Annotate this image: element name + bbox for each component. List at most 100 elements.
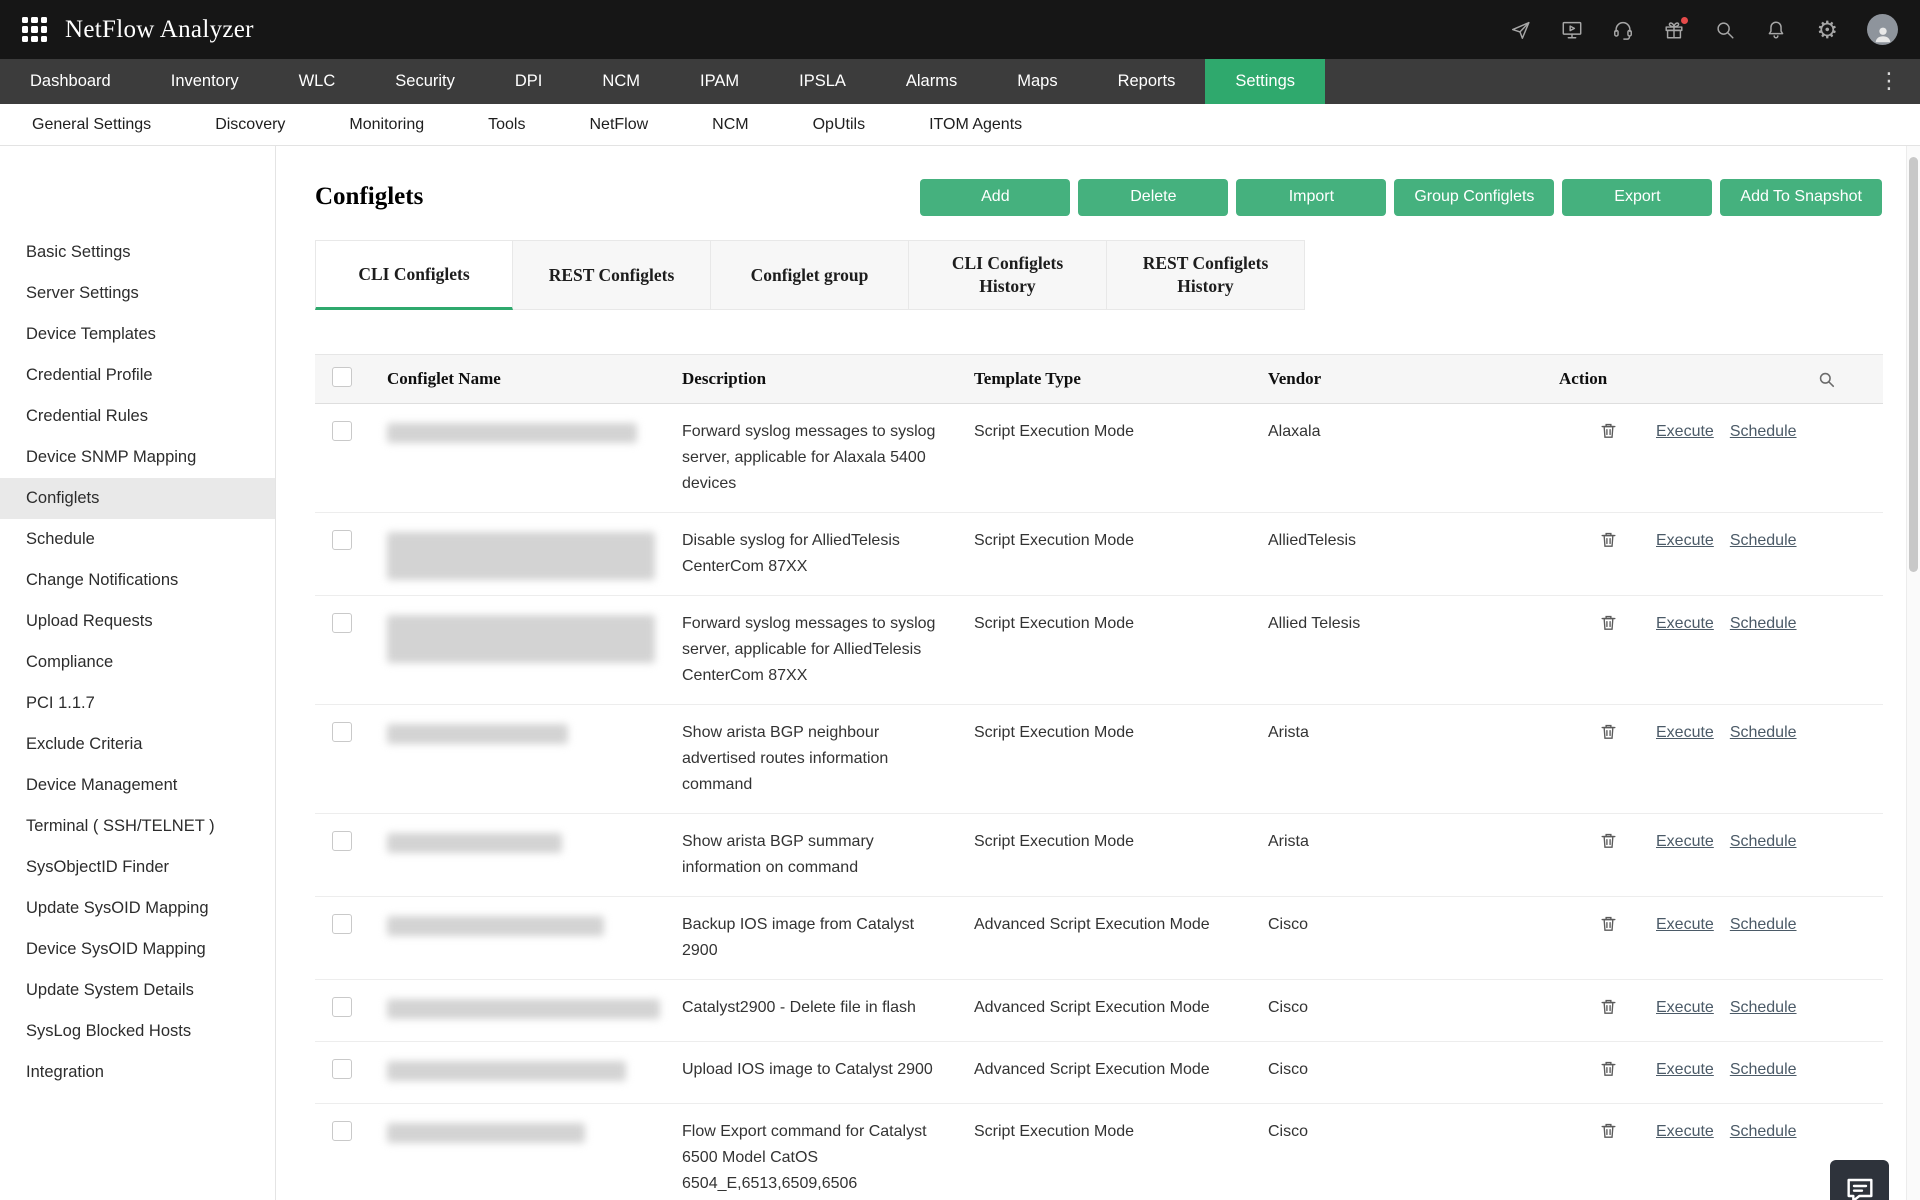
execute-link[interactable]: Execute: [1656, 1119, 1714, 1145]
schedule-link[interactable]: Schedule: [1730, 611, 1797, 637]
delete-trash-icon[interactable]: [1599, 421, 1618, 440]
sidebar-item-schedule[interactable]: Schedule: [0, 519, 275, 560]
add-to-snapshot-button[interactable]: Add To Snapshot: [1720, 179, 1882, 216]
delete-trash-icon[interactable]: [1599, 1059, 1618, 1078]
schedule-link[interactable]: Schedule: [1730, 1057, 1797, 1083]
delete-trash-icon[interactable]: [1599, 722, 1618, 741]
schedule-link[interactable]: Schedule: [1730, 419, 1797, 445]
select-all-checkbox[interactable]: [332, 367, 352, 387]
tab-cli-configlets[interactable]: CLI Configlets: [315, 240, 513, 310]
nav-item-wlc[interactable]: WLC: [269, 59, 366, 104]
search-icon[interactable]: [1714, 19, 1736, 41]
subnav-item-general-settings[interactable]: General Settings: [0, 116, 183, 134]
subnav-item-netflow[interactable]: NetFlow: [557, 116, 680, 134]
row-checkbox[interactable]: [332, 1121, 352, 1141]
sidebar-item-credential-rules[interactable]: Credential Rules: [0, 396, 275, 437]
demo-screen-icon[interactable]: [1561, 19, 1583, 41]
add-button[interactable]: Add: [920, 179, 1070, 216]
delete-trash-icon[interactable]: [1599, 530, 1618, 549]
schedule-link[interactable]: Schedule: [1730, 912, 1797, 938]
sidebar-item-pci-1-1-7[interactable]: PCI 1.1.7: [0, 683, 275, 724]
sidebar-item-device-snmp-mapping[interactable]: Device SNMP Mapping: [0, 437, 275, 478]
schedule-link[interactable]: Schedule: [1730, 720, 1797, 746]
subnav-item-monitoring[interactable]: Monitoring: [317, 116, 456, 134]
nav-overflow-kebab-icon[interactable]: ⋮: [1858, 59, 1920, 104]
schedule-link[interactable]: Schedule: [1730, 995, 1797, 1021]
scrollbar-track[interactable]: [1906, 146, 1920, 1200]
apps-grid-icon[interactable]: [22, 17, 47, 42]
user-avatar-icon[interactable]: [1867, 14, 1898, 45]
execute-link[interactable]: Execute: [1656, 912, 1714, 938]
execute-link[interactable]: Execute: [1656, 1057, 1714, 1083]
sidebar-item-update-sysoid-mapping[interactable]: Update SysOID Mapping: [0, 888, 275, 929]
delete-trash-icon[interactable]: [1599, 613, 1618, 632]
delete-button[interactable]: Delete: [1078, 179, 1228, 216]
row-checkbox[interactable]: [332, 831, 352, 851]
schedule-link[interactable]: Schedule: [1730, 528, 1797, 554]
sidebar-item-update-system-details[interactable]: Update System Details: [0, 970, 275, 1011]
execute-link[interactable]: Execute: [1656, 829, 1714, 855]
subnav-item-ncm[interactable]: NCM: [680, 116, 780, 134]
execute-link[interactable]: Execute: [1656, 528, 1714, 554]
tab-rest-configlets[interactable]: REST Configlets: [513, 240, 711, 310]
row-checkbox[interactable]: [332, 722, 352, 742]
row-checkbox[interactable]: [332, 914, 352, 934]
nav-item-settings[interactable]: Settings: [1205, 59, 1325, 104]
tab-cli-configlets-history[interactable]: CLI Configlets History: [909, 240, 1107, 310]
sidebar-item-basic-settings[interactable]: Basic Settings: [0, 232, 275, 273]
sidebar-item-device-management[interactable]: Device Management: [0, 765, 275, 806]
nav-item-inventory[interactable]: Inventory: [141, 59, 269, 104]
table-search-icon[interactable]: [1817, 370, 1836, 389]
execute-link[interactable]: Execute: [1656, 419, 1714, 445]
nav-item-ipam[interactable]: IPAM: [670, 59, 769, 104]
nav-item-maps[interactable]: Maps: [987, 59, 1087, 104]
feedback-chat-button[interactable]: [1830, 1160, 1889, 1200]
tab-rest-configlets-history[interactable]: REST Configlets History: [1107, 240, 1305, 310]
sidebar-item-terminal-ssh-telnet[interactable]: Terminal ( SSH/TELNET ): [0, 806, 275, 847]
nav-item-reports[interactable]: Reports: [1088, 59, 1206, 104]
subnav-item-itom-agents[interactable]: ITOM Agents: [897, 116, 1054, 134]
subnav-item-tools[interactable]: Tools: [456, 116, 557, 134]
nav-item-ipsla[interactable]: IPSLA: [769, 59, 876, 104]
nav-item-dpi[interactable]: DPI: [485, 59, 573, 104]
row-checkbox[interactable]: [332, 1059, 352, 1079]
execute-link[interactable]: Execute: [1656, 611, 1714, 637]
sidebar-item-integration[interactable]: Integration: [0, 1052, 275, 1093]
nav-item-ncm[interactable]: NCM: [572, 59, 670, 104]
sidebar-item-syslog-blocked-hosts[interactable]: SysLog Blocked Hosts: [0, 1011, 275, 1052]
sidebar-item-compliance[interactable]: Compliance: [0, 642, 275, 683]
scrollbar-thumb[interactable]: [1909, 157, 1918, 572]
settings-gear-icon[interactable]: ⚙: [1816, 18, 1838, 42]
delete-trash-icon[interactable]: [1599, 914, 1618, 933]
sidebar-item-configlets[interactable]: Configlets: [0, 478, 275, 519]
schedule-link[interactable]: Schedule: [1730, 1119, 1797, 1145]
sidebar-item-device-sysoid-mapping[interactable]: Device SysOID Mapping: [0, 929, 275, 970]
notifications-bell-icon[interactable]: [1765, 19, 1787, 41]
tab-configlet-group[interactable]: Configlet group: [711, 240, 909, 310]
row-checkbox[interactable]: [332, 530, 352, 550]
nav-item-alarms[interactable]: Alarms: [876, 59, 987, 104]
row-checkbox[interactable]: [332, 421, 352, 441]
row-checkbox[interactable]: [332, 997, 352, 1017]
sidebar-item-change-notifications[interactable]: Change Notifications: [0, 560, 275, 601]
sidebar-item-upload-requests[interactable]: Upload Requests: [0, 601, 275, 642]
offers-gift-icon[interactable]: [1663, 19, 1685, 41]
sidebar-item-sysobjectid-finder[interactable]: SysObjectID Finder: [0, 847, 275, 888]
export-button[interactable]: Export: [1562, 179, 1712, 216]
support-headset-icon[interactable]: [1612, 19, 1634, 41]
execute-link[interactable]: Execute: [1656, 720, 1714, 746]
sidebar-item-server-settings[interactable]: Server Settings: [0, 273, 275, 314]
nav-item-security[interactable]: Security: [365, 59, 485, 104]
row-checkbox[interactable]: [332, 613, 352, 633]
delete-trash-icon[interactable]: [1599, 831, 1618, 850]
schedule-link[interactable]: Schedule: [1730, 829, 1797, 855]
sidebar-item-credential-profile[interactable]: Credential Profile: [0, 355, 275, 396]
subnav-item-discovery[interactable]: Discovery: [183, 116, 317, 134]
execute-link[interactable]: Execute: [1656, 995, 1714, 1021]
send-icon[interactable]: [1510, 19, 1532, 41]
sidebar-item-exclude-criteria[interactable]: Exclude Criteria: [0, 724, 275, 765]
delete-trash-icon[interactable]: [1599, 1121, 1618, 1140]
import-button[interactable]: Import: [1236, 179, 1386, 216]
delete-trash-icon[interactable]: [1599, 997, 1618, 1016]
group-configlets-button[interactable]: Group Configlets: [1394, 179, 1554, 216]
